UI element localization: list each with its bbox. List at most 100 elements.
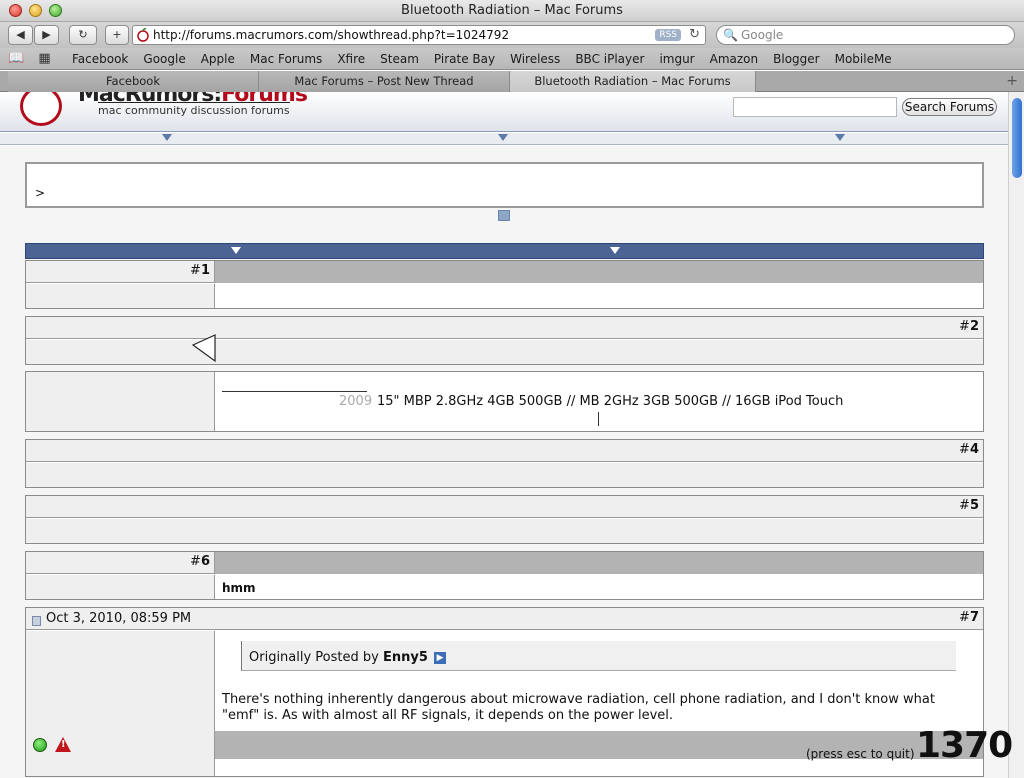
- user-online-status-icon: [33, 738, 47, 752]
- post-7-header: Oct 3, 2010, 08:59 PM #7: [26, 608, 983, 630]
- forum-nav-strip: [0, 133, 1008, 145]
- post-1-header-left: #1: [26, 261, 215, 283]
- window-title: Bluetooth Radiation – Mac Forums: [401, 3, 623, 18]
- address-url: http://forums.macrumors.com/showthread.p…: [153, 28, 510, 42]
- bookmark-steam[interactable]: Steam: [380, 48, 419, 70]
- post-2-header: #2: [26, 317, 983, 339]
- post-7-date: Oct 3, 2010, 08:59 PM: [46, 611, 192, 626]
- calendar-icon[interactable]: [498, 210, 510, 221]
- mouse-pointer-icon: [191, 334, 216, 363]
- tab-post-new-thread[interactable]: Mac Forums – Post New Thread: [259, 71, 510, 92]
- new-tab-plus-icon[interactable]: +: [1006, 71, 1018, 92]
- scrollbar-thumb[interactable]: [1012, 98, 1022, 178]
- signature-year: 2009: [339, 394, 373, 409]
- page-scrollbar[interactable]: [1008, 92, 1024, 778]
- nav-dropdown-icon[interactable]: [835, 134, 845, 141]
- bookmark-google[interactable]: Google: [143, 48, 185, 70]
- bookmark-blogger[interactable]: Blogger: [773, 48, 819, 70]
- top-sites-grid-icon[interactable]: ▦: [38, 51, 50, 66]
- post-1-user-panel: [26, 284, 215, 308]
- quote-block: Originally Posted by Enny5 ▶: [241, 641, 956, 671]
- post-4: #4: [25, 439, 984, 488]
- post-5-number[interactable]: #5: [959, 498, 979, 513]
- press-esc-hint: (press esc to quit): [806, 747, 915, 761]
- reload-page-button[interactable]: ↻: [69, 25, 97, 45]
- nav-dropdown-icon[interactable]: [498, 134, 508, 141]
- post-4-user-row: [26, 463, 983, 487]
- post-6: #6 hmm: [25, 551, 984, 600]
- bookmark-mobileme[interactable]: MobileMe: [835, 48, 892, 70]
- post-4-header: #4: [26, 440, 983, 462]
- post-1-number[interactable]: #1: [190, 263, 210, 278]
- macrumors-logo-icon: [20, 92, 62, 126]
- web-search-field[interactable]: 🔍 Google: [716, 25, 1015, 45]
- tab-facebook[interactable]: Facebook: [8, 71, 259, 92]
- forward-button[interactable]: ▶: [34, 25, 59, 45]
- post-5: #5: [25, 495, 984, 544]
- post-7-body: There's nothing inherently dangerous abo…: [222, 692, 935, 723]
- thread-tools-dropdown-icon[interactable]: [231, 247, 241, 254]
- text-cursor: [598, 412, 599, 426]
- search-forums-button[interactable]: Search Forums: [902, 98, 997, 116]
- open-book-icon[interactable]: 📖: [8, 51, 24, 66]
- bookmark-imgur[interactable]: imgur: [659, 48, 694, 70]
- minimize-window-button[interactable]: [29, 4, 42, 17]
- post-3: 2009 15" MBP 2.8GHz 4GB 500GB // MB 2GHz…: [25, 371, 984, 432]
- thread-content: > #1 #2 2009 15" MBP 2.8GHz 4GB 500GB //…: [0, 146, 1008, 778]
- signature-divider: [222, 391, 367, 392]
- post-4-number[interactable]: #4: [959, 442, 979, 457]
- forum-search-input[interactable]: [733, 97, 897, 117]
- post-1-title-bar: [215, 261, 983, 283]
- quote-author: Enny5: [382, 650, 428, 665]
- post-5-header: #5: [26, 496, 983, 518]
- bookmark-apple[interactable]: Apple: [201, 48, 235, 70]
- bookmark-pirate-bay[interactable]: Pirate Bay: [434, 48, 495, 70]
- bookmark-xfire[interactable]: Xfire: [337, 48, 365, 70]
- site-tagline: mac community discussion forums: [98, 102, 290, 117]
- reload-icon: ↻: [78, 28, 88, 41]
- browser-toolbar: ◀ ▶ ↻ + http://forums.macrumors.com/show…: [0, 22, 1024, 48]
- post-7-user-panel: !: [26, 631, 215, 776]
- tab-bar: Facebook Mac Forums – Post New Thread Bl…: [0, 71, 1024, 92]
- bookmark-mac-forums[interactable]: Mac Forums: [250, 48, 322, 70]
- post-6-header-left: #6: [26, 552, 215, 574]
- web-search-placeholder: Google: [741, 28, 784, 42]
- bookmarks-bar: 📖 ▦ Facebook Google Apple Mac Forums Xfi…: [0, 48, 1024, 70]
- quote-header: Originally Posted by Enny5 ▶: [249, 650, 447, 665]
- post-2: #2: [25, 316, 984, 365]
- bookmark-wireless[interactable]: Wireless: [510, 48, 560, 70]
- view-post-arrow-icon[interactable]: ▶: [434, 651, 447, 664]
- zoom-window-button[interactable]: [49, 4, 62, 17]
- address-reload-icon[interactable]: ↻: [689, 26, 700, 44]
- post-5-user-row: [26, 519, 983, 543]
- page-viewport: MacRumors:Forums mac community discussio…: [0, 92, 1008, 778]
- post-2-number[interactable]: #2: [959, 319, 979, 334]
- site-header: MacRumors:Forums mac community discussio…: [0, 92, 1008, 132]
- bookmark-bbc-iplayer[interactable]: BBC iPlayer: [575, 48, 644, 70]
- address-bar[interactable]: http://forums.macrumors.com/showthread.p…: [132, 25, 706, 45]
- post-6-number[interactable]: #6: [190, 554, 210, 569]
- back-button[interactable]: ◀: [8, 25, 33, 45]
- rss-button[interactable]: RSS: [655, 29, 681, 41]
- post-1: #1: [25, 260, 984, 309]
- thread-tools-header: [25, 243, 984, 259]
- tab-bluetooth-radiation[interactable]: Bluetooth Radiation – Mac Forums: [510, 71, 756, 92]
- post-6-title-bar: [215, 552, 983, 574]
- breadcrumb: >: [25, 162, 984, 208]
- breadcrumb-separator: >: [35, 186, 46, 200]
- add-bookmark-button[interactable]: +: [105, 25, 129, 45]
- plus-icon: +: [112, 28, 122, 41]
- display-modes-dropdown-icon[interactable]: [610, 247, 620, 254]
- overlay-counter: 1370: [916, 725, 1013, 766]
- post-3-user-panel: [26, 372, 215, 431]
- bookmark-facebook[interactable]: Facebook: [72, 48, 128, 70]
- post-6-body: hmm: [222, 581, 256, 595]
- nav-dropdown-icon[interactable]: [162, 134, 172, 141]
- post-2-user-row: [26, 340, 983, 364]
- quote-prefix: Originally Posted by: [249, 650, 379, 665]
- post-document-icon: [32, 616, 41, 626]
- bookmark-amazon[interactable]: Amazon: [710, 48, 759, 70]
- bookmark-list: Facebook Google Apple Mac Forums Xfire S…: [72, 48, 907, 70]
- post-7-number[interactable]: #7: [959, 610, 979, 625]
- close-window-button[interactable]: [9, 4, 22, 17]
